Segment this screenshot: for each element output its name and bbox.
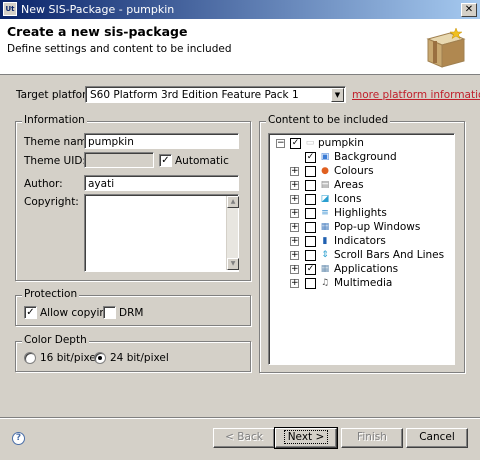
- allow-copying-label: Allow copying: [40, 307, 113, 319]
- color-depth-16-radio[interactable]: [24, 352, 36, 364]
- back-button[interactable]: < Back: [213, 428, 275, 448]
- tree-item-checkbox[interactable]: ✓: [305, 152, 316, 163]
- tree-item-checkbox[interactable]: [305, 166, 316, 177]
- areas-icon: ▤: [320, 180, 330, 190]
- tree-item-label: Indicators: [334, 235, 386, 247]
- expand-icon[interactable]: +: [290, 167, 299, 176]
- drm-label: DRM: [119, 307, 144, 319]
- tree-root-label: pumpkin: [318, 137, 364, 149]
- color-depth-group-title: Color Depth: [22, 334, 89, 346]
- scroll-up-icon[interactable]: ▲: [227, 196, 239, 208]
- applications-icon: ▦: [320, 264, 330, 274]
- expand-icon[interactable]: +: [290, 251, 299, 260]
- tree-root-pumpkin[interactable]: − ✓ ▭ pumpkin: [269, 137, 454, 151]
- tree-item-checkbox[interactable]: [305, 194, 316, 205]
- theme-uid-input[interactable]: [84, 152, 154, 168]
- tree-item-colours[interactable]: + ● Colours: [269, 165, 454, 179]
- protection-group-title: Protection: [22, 288, 80, 300]
- target-platform-select[interactable]: S60 Platform 3rd Edition Feature Pack 1 …: [85, 86, 346, 103]
- next-button-label: Next >: [283, 430, 329, 444]
- theme-uid-label: Theme UID:: [24, 155, 86, 167]
- allow-copying-checkbox[interactable]: ✓: [24, 306, 37, 319]
- tree-item-label: Highlights: [334, 207, 387, 219]
- footer-separator: [0, 417, 480, 419]
- tree-item-pop-up-windows[interactable]: + ▦ Pop-up Windows: [269, 221, 454, 235]
- copyright-label: Copyright:: [24, 196, 79, 208]
- window-title: New SIS-Package - pumpkin: [21, 3, 175, 16]
- finish-button[interactable]: Finish: [341, 428, 403, 448]
- automatic-label: Automatic: [175, 155, 229, 167]
- help-icon[interactable]: ?: [12, 432, 25, 445]
- tree-item-background[interactable]: ✓ ▣ Background: [269, 151, 454, 165]
- tree-root-checkbox[interactable]: ✓: [290, 138, 301, 149]
- content-tree[interactable]: − ✓ ▭ pumpkin ✓ ▣ Background + ● Colours + ▤ Are…: [268, 133, 455, 365]
- indicators-icon: ▮: [322, 236, 328, 246]
- expand-icon[interactable]: +: [290, 279, 299, 288]
- expand-icon[interactable]: +: [290, 265, 299, 274]
- tree-item-label: Multimedia: [334, 277, 393, 289]
- tree-item-highlights[interactable]: + ≡ Highlights: [269, 207, 454, 221]
- tree-item-label: Icons: [334, 193, 362, 205]
- tree-item-checkbox[interactable]: [305, 180, 316, 191]
- cancel-button[interactable]: Cancel: [406, 428, 468, 448]
- tree-item-label: Applications: [334, 263, 399, 275]
- information-group-title: Information: [22, 114, 87, 126]
- tree-item-label: Areas: [334, 179, 364, 191]
- tree-item-label: Colours: [334, 165, 374, 177]
- tree-item-checkbox[interactable]: [305, 208, 316, 219]
- page-title: Create a new sis-package: [7, 24, 188, 39]
- theme-name-input[interactable]: pumpkin: [84, 133, 239, 149]
- highlights-icon: ≡: [321, 208, 329, 218]
- tree-item-indicators[interactable]: + ▮ Indicators: [269, 235, 454, 249]
- expand-icon[interactable]: +: [290, 209, 299, 218]
- next-button[interactable]: Next >: [274, 427, 338, 449]
- tree-item-checkbox[interactable]: [305, 222, 316, 233]
- wizard-header: Create a new sis-package Define settings…: [0, 19, 480, 75]
- multimedia-icon: ♫: [320, 278, 330, 288]
- scrollbars-icon: ⇕: [321, 250, 329, 260]
- author-label: Author:: [24, 178, 63, 190]
- folder-icon: ▭: [305, 138, 315, 148]
- tree-item-checkbox[interactable]: [305, 236, 316, 247]
- tree-item-checkbox[interactable]: [305, 250, 316, 261]
- tree-item-areas[interactable]: + ▤ Areas: [269, 179, 454, 193]
- target-platform-value: S60 Platform 3rd Edition Feature Pack 1: [90, 89, 299, 101]
- scroll-down-icon[interactable]: ▼: [227, 258, 239, 270]
- author-input[interactable]: ayati: [84, 175, 239, 191]
- tree-item-checkbox[interactable]: [305, 278, 316, 289]
- app-icon: Ut: [3, 2, 17, 16]
- content-group-title: Content to be included: [266, 114, 391, 126]
- tree-item-checkbox[interactable]: ✓: [305, 264, 316, 275]
- color-depth-16-label: 16 bit/pixel: [40, 352, 99, 364]
- close-button[interactable]: ✕: [461, 3, 477, 17]
- drm-checkbox[interactable]: [103, 306, 116, 319]
- expand-icon[interactable]: +: [290, 223, 299, 232]
- palette-icon: ●: [321, 166, 329, 176]
- expand-icon[interactable]: +: [290, 237, 299, 246]
- tree-item-label: Scroll Bars And Lines: [334, 249, 445, 261]
- automatic-checkbox[interactable]: ✓: [159, 154, 172, 167]
- tree-item-multimedia[interactable]: + ♫ Multimedia: [269, 277, 454, 291]
- tree-item-scroll-bars-and-lines[interactable]: + ⇕ Scroll Bars And Lines: [269, 249, 454, 263]
- expand-icon[interactable]: +: [290, 181, 299, 190]
- background-icon: ▣: [320, 152, 330, 162]
- tree-item-label: Pop-up Windows: [334, 221, 421, 233]
- popup-icon: ▦: [320, 222, 330, 232]
- copyright-scrollbar[interactable]: ▲ ▼: [226, 196, 239, 270]
- tree-item-applications[interactable]: + ✓ ▦ Applications: [269, 263, 454, 277]
- color-depth-24-radio[interactable]: [94, 352, 106, 364]
- tree-item-label: Background: [334, 151, 397, 163]
- package-icon: [426, 27, 466, 68]
- copyright-textarea[interactable]: [84, 194, 239, 272]
- tree-item-icons[interactable]: + ◪ Icons: [269, 193, 454, 207]
- collapse-icon[interactable]: −: [276, 139, 285, 148]
- expand-icon[interactable]: +: [290, 195, 299, 204]
- window-title-bar[interactable]: Ut New SIS-Package - pumpkin ✕: [0, 0, 480, 19]
- chevron-down-icon[interactable]: ▼: [331, 88, 344, 102]
- color-depth-24-label: 24 bit/pixel: [110, 352, 169, 364]
- page-description: Define settings and content to be includ…: [7, 43, 232, 55]
- icons-icon: ◪: [320, 194, 330, 204]
- more-platform-info-link[interactable]: more platform information...: [352, 89, 480, 101]
